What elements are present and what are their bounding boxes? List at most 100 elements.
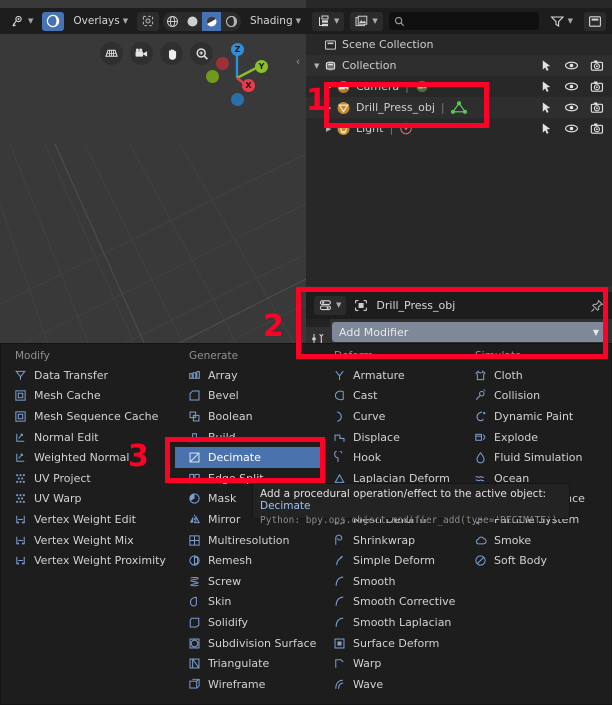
outliner-id-filter-button[interactable]: ▼ [350,11,383,31]
pin-icon[interactable] [590,299,604,313]
menu-item-displace[interactable]: Displace [320,427,461,448]
overlays-dropdown-button[interactable]: Overlays ▼ [68,12,133,31]
shading-solid-button[interactable] [183,12,202,31]
outliner-row-scene-collection[interactable]: Scene Collection [306,34,612,55]
menu-item-smooth[interactable]: Smooth [320,571,461,592]
viewport-nav-buttons[interactable] [100,42,213,65]
menu-item-array[interactable]: Array [175,365,320,386]
shading-dropdown-button[interactable]: Shading ▼ [245,12,306,31]
gizmo-axis-neg-z[interactable] [231,93,244,106]
camera-render-icon[interactable] [590,101,604,114]
outliner-row-controls[interactable] [540,97,608,118]
menu-item-multiresolution[interactable]: Multiresolution [175,530,320,551]
select-arrow-icon[interactable] [540,59,553,72]
expand-triangle-right-icon[interactable]: ▶ [326,104,336,112]
menu-item-wave[interactable]: Wave [320,674,461,695]
outliner-display-mode-button[interactable]: ▼ [312,11,345,31]
menu-item-remesh[interactable]: Remesh [175,550,320,571]
menu-item-warp[interactable]: Warp [320,653,461,674]
menu-item-triangulate[interactable]: Triangulate [175,653,320,674]
menu-item-shrinkwrap[interactable]: Shrinkwrap [320,530,461,551]
select-arrow-icon[interactable] [540,122,553,135]
light-data-icon[interactable] [399,122,413,135]
menu-item-mesh-sequence-cache[interactable]: Mesh Sequence Cache [1,406,175,427]
expand-triangle-down-icon[interactable]: ▼ [314,62,324,70]
menu-item-screw[interactable]: Screw [175,571,320,592]
menu-item-explode[interactable]: Explode [461,427,611,448]
viewport-pan-button[interactable] [160,42,183,65]
menu-item-fluid-simulation[interactable]: Fluid Simulation [461,447,611,468]
expand-triangle-right-icon[interactable]: ▶ [326,83,336,91]
outliner-filter-button[interactable]: ▼ [545,12,578,31]
menu-item-data-transfer[interactable]: Data Transfer [1,365,175,386]
outliner-row-controls[interactable] [540,118,608,139]
search-input[interactable] [388,12,539,30]
menu-item-curve[interactable]: Curve [320,406,461,427]
menu-item-boolean[interactable]: Boolean [175,406,320,427]
menu-item-mesh-cache[interactable]: Mesh Cache [1,386,175,407]
select-arrow-icon[interactable] [540,101,553,114]
viewport-camera-button[interactable] [130,42,153,65]
gizmo-axis-neg-x[interactable] [216,57,229,70]
menu-item-collision[interactable]: Collision [461,386,611,407]
eye-visibility-icon[interactable] [564,80,579,93]
viewport-sidebar-toggle[interactable]: ‹ [292,48,304,74]
menu-item-uv-project[interactable]: UV Project [1,468,175,489]
camera-render-icon[interactable] [590,122,604,135]
menu-item-cloth[interactable]: Cloth [461,365,611,386]
add-modifier-dropdown[interactable]: Add Modifier ▼ [332,322,606,342]
shading-mode-segmented[interactable] [163,11,241,31]
eye-visibility-icon[interactable] [564,101,579,114]
editor-type-button[interactable]: ▼ [6,12,38,31]
menu-item-normal-edit[interactable]: Normal Edit [1,427,175,448]
menu-item-wireframe[interactable]: Wireframe [175,674,320,695]
menu-item-cast[interactable]: Cast [320,386,461,407]
menu-item-vertex-weight-edit[interactable]: Vertex Weight Edit [1,509,175,530]
menu-item-surface-deform[interactable]: Surface Deform [320,633,461,654]
mesh-data-icon[interactable] [450,100,467,115]
xray-toggle-button[interactable] [137,11,160,31]
menu-item-decimate[interactable]: Decimate [175,447,320,468]
viewport-orthographic-button[interactable] [100,42,123,65]
gizmo-axis-x[interactable]: X [242,79,255,92]
menu-item-uv-warp[interactable]: UV Warp [1,489,175,510]
camera-render-icon[interactable] [590,80,604,93]
menu-item-build[interactable]: Build [175,427,320,448]
shading-rendered-button[interactable] [221,12,240,31]
gizmo-axis-y[interactable]: Y [255,60,268,73]
menu-item-weighted-normal[interactable]: Weighted Normal [1,447,175,468]
menu-item-smooth-laplacian[interactable]: Smooth Laplacian [320,612,461,633]
menu-item-vertex-weight-mix[interactable]: Vertex Weight Mix [1,530,175,551]
outliner-row-controls[interactable] [540,55,608,76]
outliner-row-controls-group[interactable] [540,76,608,139]
properties-editor-type-button[interactable]: ▼ [314,296,347,315]
select-arrow-icon[interactable] [540,80,553,93]
menu-item-dynamic-paint[interactable]: Dynamic Paint [461,406,611,427]
viewport-axis-gizmo[interactable]: Z Y X [206,38,268,106]
camera-render-icon[interactable] [590,59,604,72]
eye-visibility-icon[interactable] [564,59,579,72]
menu-item-armature[interactable]: Armature [320,365,461,386]
menu-item-soft-body[interactable]: Soft Body [461,550,611,571]
menu-item-simple-deform[interactable]: Simple Deform [320,550,461,571]
overlays-toggle-button[interactable] [42,11,65,31]
menu-item-smooth-corrective[interactable]: Smooth Corrective [320,592,461,613]
expand-triangle-right-icon[interactable]: ▶ [326,125,336,133]
menu-item-bevel[interactable]: Bevel [175,386,320,407]
shading-wireframe-button[interactable] [163,12,182,31]
gizmo-axis-z[interactable]: Z [231,43,244,56]
shading-material-button[interactable] [202,11,222,31]
menu-item-solidify[interactable]: Solidify [175,612,320,633]
camera-data-icon[interactable] [415,80,429,93]
outliner-row-collection[interactable]: ▼ Collection [306,55,612,76]
menu-item-skin[interactable]: Skin [175,592,320,613]
eye-visibility-icon[interactable] [564,122,579,135]
gizmo-axis-neg-y[interactable] [206,70,219,83]
menu-item-subdivision-surface[interactable]: Subdivision Surface [175,633,320,654]
new-collection-button[interactable] [584,11,606,31]
add-modifier-row[interactable]: Add Modifier ▼ [332,322,606,342]
outliner-row-controls[interactable] [540,76,608,97]
menu-item-hook[interactable]: Hook [320,447,461,468]
menu-item-smoke[interactable]: Smoke [461,530,611,551]
menu-item-vertex-weight-proximity[interactable]: Vertex Weight Proximity [1,550,175,571]
